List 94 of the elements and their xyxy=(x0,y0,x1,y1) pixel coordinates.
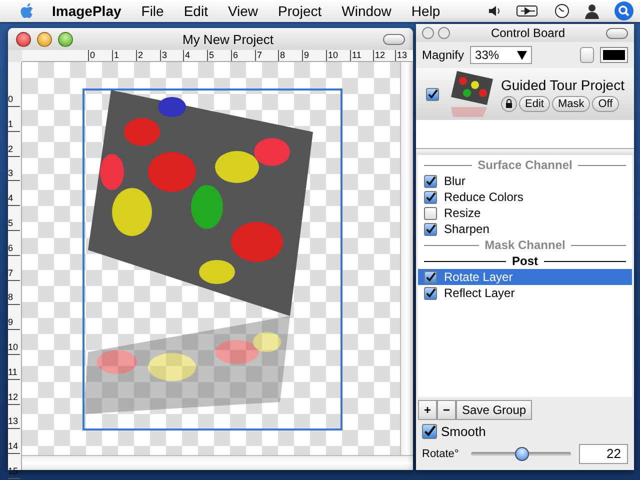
ruler-number: 6 xyxy=(8,240,20,256)
project-button[interactable]: Mask xyxy=(552,96,590,112)
checkbox[interactable] xyxy=(424,270,437,284)
dropdown-arrow-icon xyxy=(517,50,528,60)
rotate-value-field[interactable]: 22 xyxy=(578,444,628,464)
filter-item[interactable]: Sharpen xyxy=(418,221,632,237)
filter-label: Blur xyxy=(444,174,466,188)
checkbox[interactable] xyxy=(424,222,437,236)
window-title: Control Board xyxy=(490,26,566,40)
ruler-number: 3 xyxy=(160,50,168,61)
ruler-number: 1 xyxy=(112,50,120,61)
checkbox[interactable] xyxy=(426,88,439,100)
ruler-number: 0 xyxy=(88,50,96,61)
slider-thumb[interactable] xyxy=(514,447,529,461)
ruler-number: 13 xyxy=(8,414,20,430)
magnify-dropdown[interactable]: 33% xyxy=(470,46,532,64)
filter-item[interactable]: Rotate Layer xyxy=(418,269,632,285)
filter-item[interactable]: Resize xyxy=(418,205,632,221)
filter-label: Sharpen xyxy=(444,222,490,236)
ruler-corner xyxy=(8,50,22,62)
ruler-number: 9 xyxy=(302,50,310,61)
ruler-number: 2 xyxy=(8,142,20,157)
ruler-number: 5 xyxy=(8,216,20,231)
clock-icon[interactable] xyxy=(554,3,570,19)
speaker-icon[interactable] xyxy=(488,4,502,18)
checkbox[interactable] xyxy=(424,286,437,300)
ruler-number: 13 xyxy=(395,50,408,61)
rotate-label: Rotate° xyxy=(422,448,459,460)
ruler-number: 3 xyxy=(8,166,20,182)
close-button[interactable] xyxy=(422,27,434,39)
ruler-number: 10 xyxy=(326,50,338,61)
filter-item[interactable]: Blur xyxy=(418,173,632,189)
ruler-number: 4 xyxy=(183,50,190,61)
ruler-number: 5 xyxy=(207,50,214,61)
ruler-number: 14 xyxy=(8,439,20,454)
minimize-button[interactable] xyxy=(438,27,450,39)
ruler-number: 4 xyxy=(8,191,20,206)
ruler-number: 9 xyxy=(8,315,20,330)
filter-item[interactable]: Reduce Colors xyxy=(418,189,632,205)
toolbar-toggle-button[interactable] xyxy=(606,28,628,38)
menu-item[interactable]: File xyxy=(141,3,164,19)
project-button[interactable]: Edit xyxy=(519,96,550,112)
lock-icon[interactable] xyxy=(501,96,517,112)
project-name: Guided Tour Project xyxy=(501,76,624,92)
checkbox[interactable] xyxy=(424,206,437,220)
menu-item[interactable]: View xyxy=(228,3,258,19)
ruler-number: 7 xyxy=(255,50,262,61)
save-group-button[interactable]: Save Group xyxy=(456,400,532,420)
checkbox[interactable] xyxy=(424,174,437,188)
checkbox[interactable] xyxy=(424,190,437,204)
magnify-label: Magnify xyxy=(422,48,464,62)
power-plug-icon[interactable] xyxy=(516,4,540,18)
ruler-number: 12 xyxy=(373,50,386,61)
filter-label: Rotate Layer xyxy=(444,270,513,284)
filter-label: Reflect Layer xyxy=(444,286,515,300)
app-menu[interactable]: ImagePlay xyxy=(52,3,122,19)
ruler-number: 11 xyxy=(8,364,20,380)
group-heading: Post xyxy=(512,254,538,268)
background-toggle-button[interactable] xyxy=(580,47,594,63)
window-title: My New Project xyxy=(181,32,275,46)
channel-heading: Surface Channel xyxy=(478,158,572,172)
ruler-number: 8 xyxy=(8,290,20,306)
search-icon[interactable] xyxy=(614,1,634,21)
horizontal-scrollbar[interactable] xyxy=(22,455,413,470)
filter-item[interactable]: Reflect Layer xyxy=(418,285,632,301)
ruler-number: 1 xyxy=(8,116,20,132)
menu-item[interactable]: Project xyxy=(278,3,322,19)
selection-frame[interactable] xyxy=(82,88,342,430)
ruler-number: 7 xyxy=(8,266,20,281)
vertical-scrollbar[interactable] xyxy=(400,62,413,455)
toolbar-toggle-button[interactable] xyxy=(383,34,405,44)
zoom-button[interactable] xyxy=(58,32,73,46)
minimize-button[interactable] xyxy=(37,32,52,46)
ruler-number: 10 xyxy=(8,340,20,355)
close-button[interactable] xyxy=(16,32,31,46)
remove-button[interactable]: − xyxy=(437,400,456,420)
project-button[interactable]: Off xyxy=(592,96,619,112)
channel-heading: Mask Channel xyxy=(484,238,566,252)
user-icon[interactable] xyxy=(584,3,600,19)
ruler-number: 2 xyxy=(136,50,144,61)
menu-item[interactable]: Edit xyxy=(184,3,208,19)
ruler-number: 11 xyxy=(350,50,362,61)
ruler-number: 0 xyxy=(8,92,20,107)
filter-label: Reduce Colors xyxy=(444,190,524,204)
menu-item[interactable]: Window xyxy=(342,3,392,19)
ruler-number: 12 xyxy=(8,390,20,405)
checkbox[interactable] xyxy=(422,424,437,439)
ruler-number: 8 xyxy=(278,50,286,61)
ruler-number: 6 xyxy=(231,50,238,61)
add-button[interactable]: + xyxy=(418,400,438,420)
filter-label: Resize xyxy=(444,206,481,220)
menu-item[interactable]: Help xyxy=(411,3,440,19)
smooth-label: Smooth xyxy=(441,424,486,439)
color-swatch[interactable] xyxy=(600,47,628,63)
